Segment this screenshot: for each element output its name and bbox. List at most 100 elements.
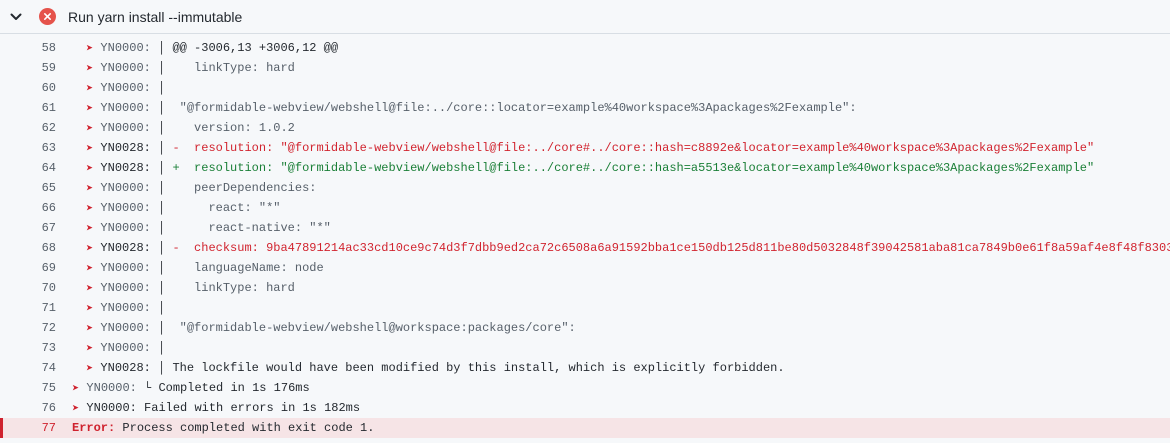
log-line-content: ➤ YN0028: │ - resolution: "@formidable-w… (86, 141, 1094, 156)
log-line-content: ➤ YN0000: │ version: 1.0.2 (86, 121, 295, 136)
log-line-content: ➤ YN0028: │ - checksum: 9ba47891214ac33c… (86, 241, 1170, 256)
log-line-content: ➤ YN0000: Failed with errors in 1s 182ms (72, 401, 360, 416)
tree-pipe: │ (150, 60, 166, 75)
log-line: 70 ➤ YN0000: │ linkType: hard (0, 278, 1170, 298)
log-text: The lockfile would have been modified by… (165, 360, 785, 375)
log-line: 72 ➤ YN0000: │ "@formidable-webview/websh… (0, 318, 1170, 338)
log-line-content: ➤ YN0000: │ (86, 81, 165, 96)
log-text: peerDependencies: (165, 180, 317, 195)
tree-pipe: │ (150, 280, 166, 295)
log-line-content: ➤ YN0028: │ The lockfile would have been… (86, 361, 785, 376)
log-line: 62 ➤ YN0000: │ version: 1.0.2 (0, 118, 1170, 138)
message-code: YN0028: (93, 240, 151, 255)
log-line-content: ➤ YN0000: │ react-native: "*" (86, 221, 331, 236)
message-code: YN0000: (93, 180, 151, 195)
line-number: 75 (41, 381, 56, 395)
log-line: 63 ➤ YN0028: │ - resolution: "@formidable… (0, 138, 1170, 158)
log-line: 74 ➤ YN0028: │ The lockfile would have be… (0, 358, 1170, 378)
log-line-content: ➤ YN0000: │ peerDependencies: (86, 181, 316, 196)
log-text: react-native: "*" (165, 220, 331, 235)
line-number: 64 (41, 161, 56, 175)
log-line-content: ➤ YN0000: │ (86, 341, 165, 356)
log-line-content: ➤ YN0000: │ "@formidable-webview/webshel… (86, 321, 576, 336)
log-output: 58 ➤ YN0000: │ @@ -3006,13 +3006,12 @@ 59 ➤… (0, 34, 1170, 443)
tree-pipe: │ (150, 200, 166, 215)
arrow-icon: ➤ (86, 81, 94, 96)
message-code: YN0000: (93, 300, 151, 315)
log-line: 75 ➤ YN0000: └ Completed in 1s 176ms (0, 378, 1170, 398)
arrow-icon: ➤ (86, 301, 94, 316)
log-line: 61 ➤ YN0000: │ "@formidable-webview/websh… (0, 98, 1170, 118)
log-line: 59 ➤ YN0000: │ linkType: hard (0, 58, 1170, 78)
log-text: Failed with errors in 1s 182ms (136, 400, 361, 415)
log-line-content: ➤ YN0000: │ linkType: hard (86, 281, 295, 296)
line-number: 69 (41, 261, 56, 275)
log-line-content: ➤ YN0000: │ linkType: hard (86, 61, 295, 76)
arrow-icon: ➤ (86, 61, 94, 76)
log-text: "@formidable-webview/webshell@file:../co… (165, 100, 857, 115)
log-line: 76 ➤ YN0000: Failed with errors in 1s 182… (0, 398, 1170, 418)
log-line-content: ➤ YN0000: │ (86, 301, 165, 316)
line-number: 73 (41, 341, 56, 355)
log-line-content: ➤ YN0000: └ Completed in 1s 176ms (72, 381, 310, 396)
line-number: 62 (41, 121, 56, 135)
message-code: YN0000: (93, 100, 151, 115)
log-line: 71 ➤ YN0000: │ (0, 298, 1170, 318)
log-line: 66 ➤ YN0000: │ react: "*" (0, 198, 1170, 218)
arrow-icon: ➤ (86, 201, 94, 216)
message-code: YN0000: (93, 80, 151, 95)
line-number: 76 (41, 401, 56, 415)
log-text: react: "*" (165, 200, 281, 215)
log-line: 69 ➤ YN0000: │ languageName: node (0, 258, 1170, 278)
arrow-icon: ➤ (86, 261, 94, 276)
chevron-down-icon[interactable] (0, 0, 32, 34)
failed-status-icon (39, 8, 56, 25)
tree-pipe: │ (150, 160, 166, 175)
tree-pipe: │ (150, 120, 166, 135)
log-text: version: 1.0.2 (165, 120, 295, 135)
tree-pipe: │ (150, 220, 166, 235)
log-line-content: Error: Process completed with exit code … (72, 421, 374, 435)
arrow-icon: ➤ (86, 281, 94, 296)
message-code: YN0000: (93, 320, 151, 335)
line-number: 63 (41, 141, 56, 155)
tree-pipe: │ (150, 260, 166, 275)
error-text: Process completed with exit code 1. (115, 421, 375, 435)
log-line: 64 ➤ YN0028: │ + resolution: "@formidable… (0, 158, 1170, 178)
message-code: YN0000: (93, 220, 151, 235)
log-text: @@ -3006,13 +3006,12 @@ (165, 40, 339, 55)
arrow-icon: ➤ (86, 161, 94, 176)
line-number: 59 (41, 61, 56, 75)
message-code: YN0028: (93, 160, 151, 175)
log-line-content: ➤ YN0000: │ @@ -3006,13 +3006,12 @@ (86, 41, 338, 56)
message-code: YN0028: (93, 360, 151, 375)
tree-pipe: │ (150, 180, 166, 195)
message-code: YN0000: (79, 380, 137, 395)
arrow-icon: ➤ (86, 361, 94, 376)
tree-pipe: │ (150, 40, 166, 55)
arrow-icon: ➤ (86, 241, 94, 256)
log-text: - checksum: 9ba47891214ac33cd10ce9c74d3f… (165, 240, 1170, 255)
message-code: YN0000: (93, 200, 151, 215)
log-text: linkType: hard (165, 280, 295, 295)
message-code: YN0000: (93, 260, 151, 275)
message-code: YN0000: (93, 340, 151, 355)
line-number: 67 (41, 221, 56, 235)
log-line: 65 ➤ YN0000: │ peerDependencies: (0, 178, 1170, 198)
message-code: YN0000: (93, 280, 151, 295)
arrow-icon: ➤ (86, 221, 94, 236)
line-number: 58 (41, 41, 56, 55)
arrow-icon: ➤ (86, 41, 94, 56)
arrow-icon: ➤ (86, 321, 94, 336)
tree-pipe: │ (150, 140, 166, 155)
log-line-content: ➤ YN0000: │ "@formidable-webview/webshel… (86, 101, 857, 116)
log-text: linkType: hard (165, 60, 295, 75)
message-code: YN0000: (93, 60, 151, 75)
line-number: 61 (41, 101, 56, 115)
arrow-icon: ➤ (72, 401, 80, 416)
error-line: 77 Error: Process completed with exit cod… (0, 418, 1170, 438)
line-number: 65 (41, 181, 56, 195)
step-header[interactable]: Run yarn install --immutable (0, 0, 1170, 34)
log-line-content: ➤ YN0028: │ + resolution: "@formidable-w… (86, 161, 1094, 176)
tree-pipe: │ (150, 100, 166, 115)
